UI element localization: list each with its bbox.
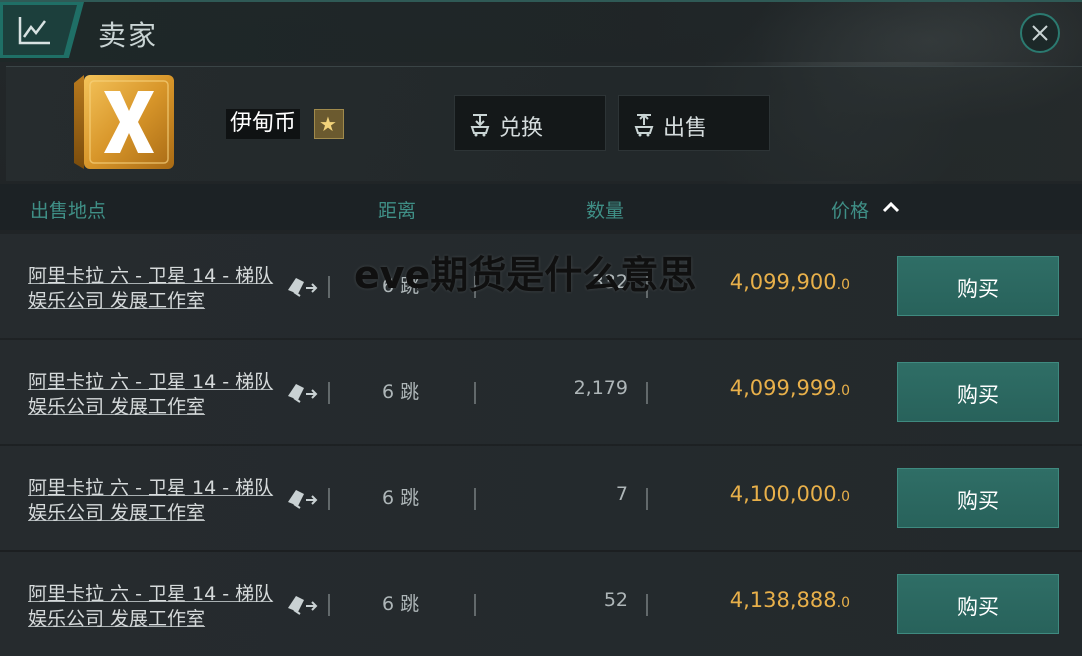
divider (328, 594, 330, 616)
buy-label: 购买 (957, 489, 999, 513)
price-decimal: .0 (836, 277, 850, 293)
column-distance[interactable]: 距离 (378, 196, 416, 223)
sell-icon (634, 113, 654, 137)
divider (646, 594, 648, 616)
column-quantity[interactable]: 数量 (586, 196, 624, 223)
table-header: 出售地点 距离 数量 价格 (0, 184, 1082, 230)
buy-button[interactable]: 购买 (897, 256, 1059, 316)
divider (328, 488, 330, 510)
route-icon[interactable] (284, 272, 320, 300)
table-row: 阿里卡拉 六 - 卫星 14 - 梯队娱乐公司 发展工作室 6 跳 7 4,10… (0, 446, 1082, 550)
sell-label: 出售 (663, 116, 708, 141)
row-quantity: 52 (603, 589, 628, 611)
row-location-link[interactable]: 阿里卡拉 六 - 卫星 14 - 梯队娱乐公司 发展工作室 (28, 264, 280, 314)
table-row: 阿里卡拉 六 - 卫星 14 - 梯队娱乐公司 发展工作室 6 跳 2,179 … (0, 340, 1082, 444)
table-row: 阿里卡拉 六 - 卫星 14 - 梯队娱乐公司 发展工作室 6 跳 52 4,1… (0, 552, 1082, 656)
row-location-link[interactable]: 阿里卡拉 六 - 卫星 14 - 梯队娱乐公司 发展工作室 (28, 370, 280, 420)
price-value: 4,138,888 (729, 588, 837, 612)
column-location[interactable]: 出售地点 (30, 196, 106, 223)
star-icon: ★ (319, 112, 337, 136)
buy-button[interactable]: 购买 (897, 574, 1059, 634)
row-price: 4,099,900.0 (730, 270, 850, 294)
sell-button[interactable]: 出售 (618, 95, 770, 151)
price-decimal: .0 (836, 489, 850, 505)
window-titlebar: 卖家 (0, 0, 1082, 62)
watermark-text: eve期货是什么意思 (354, 253, 697, 297)
row-price: 4,138,888.0 (730, 588, 850, 612)
buy-label: 购买 (957, 277, 999, 301)
price-decimal: .0 (836, 383, 850, 399)
buy-button[interactable]: 购买 (897, 362, 1059, 422)
isk-x-cube-icon (74, 75, 174, 169)
row-location-link[interactable]: 阿里卡拉 六 - 卫星 14 - 梯队娱乐公司 发展工作室 (28, 476, 280, 526)
close-button[interactable] (1020, 13, 1060, 53)
exchange-button[interactable]: 兑换 (454, 95, 606, 151)
price-value: 4,099,900 (729, 270, 837, 294)
window-title: 卖家 (98, 19, 159, 52)
row-quantity: 2,179 (573, 377, 628, 399)
divider (474, 594, 476, 616)
item-summary-panel: 伊甸币 ★ 兑换 出售 (6, 66, 1082, 181)
divider (646, 488, 648, 510)
route-icon[interactable] (284, 590, 320, 618)
row-quantity: 7 (615, 483, 628, 505)
divider (646, 382, 648, 404)
column-price[interactable]: 价格 (831, 196, 869, 223)
line-chart-icon (18, 17, 50, 45)
route-icon[interactable] (284, 484, 320, 512)
divider (474, 382, 476, 404)
row-jumps: 6 跳 (382, 381, 420, 403)
divider (474, 488, 476, 510)
price-decimal: .0 (836, 595, 850, 611)
row-price: 4,099,999.0 (730, 376, 850, 400)
buy-label: 购买 (957, 595, 999, 619)
divider (328, 382, 330, 404)
route-icon[interactable] (284, 378, 320, 406)
price-value: 4,100,000 (729, 482, 837, 506)
star-badge[interactable]: ★ (314, 109, 344, 139)
buy-button[interactable]: 购买 (897, 468, 1059, 528)
buy-label: 购买 (957, 383, 999, 407)
market-chart-tab[interactable] (0, 2, 84, 58)
price-value: 4,099,999 (729, 376, 837, 400)
sort-ascending-icon[interactable] (882, 200, 900, 214)
item-name: 伊甸币 (226, 109, 301, 139)
exchange-label: 兑换 (499, 116, 544, 141)
row-jumps: 6 跳 (382, 487, 420, 509)
row-price: 4,100,000.0 (730, 482, 850, 506)
row-location-link[interactable]: 阿里卡拉 六 - 卫星 14 - 梯队娱乐公司 发展工作室 (28, 582, 280, 632)
close-icon (1032, 25, 1048, 41)
divider (328, 276, 330, 298)
exchange-icon (470, 114, 490, 137)
